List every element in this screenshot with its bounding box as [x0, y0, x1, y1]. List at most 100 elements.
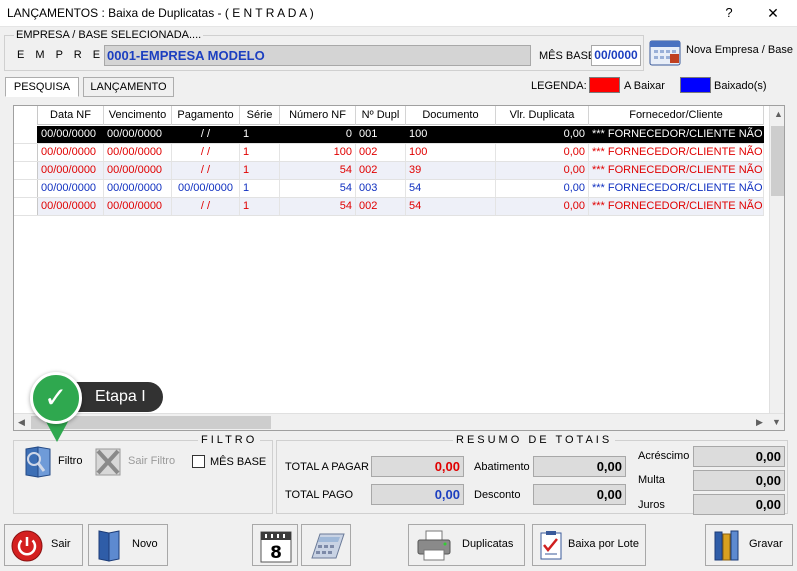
table-cell: 1: [240, 180, 280, 197]
table-cell: / /: [172, 198, 240, 215]
callout-label: Etapa I: [75, 382, 163, 412]
calculator-button[interactable]: [301, 524, 351, 566]
table-cell: 00/00/0000: [38, 198, 104, 215]
table-cell: / /: [172, 144, 240, 161]
column-header[interactable]: Vencimento: [104, 106, 172, 125]
mes-base-check-label: MÊS BASE: [210, 456, 267, 468]
window-title: LANÇAMENTOS : Baixa de Duplicatas - ( E …: [7, 6, 314, 20]
table-row[interactable]: 00/00/0000 00/00/0000/ /1 54 002 54 0,00 *** F…: [14, 198, 764, 216]
scroll-up-icon[interactable]: ▲: [774, 106, 783, 122]
sair-filtro-label: Sair Filtro: [128, 455, 176, 467]
acrescimo-field: 0,00: [693, 446, 785, 467]
table-row[interactable]: 00/00/0000 00/00/0000/ /1 100 002 100 0,00 ***…: [14, 144, 764, 162]
column-header[interactable]: Vlr. Duplicata: [496, 106, 589, 125]
sair-button[interactable]: Sair: [4, 524, 83, 566]
column-header[interactable]: Data NF: [38, 106, 104, 125]
horizontal-scrollbar[interactable]: ◀ ▶ ▼: [14, 413, 784, 430]
company-calendar-icon: [649, 38, 681, 66]
save-books-icon: [712, 528, 742, 564]
legend-label: LEGENDA:: [531, 80, 587, 92]
table-row[interactable]: 00/00/0000 00/00/0000/ /1 54 002 39 0,00 *** F…: [14, 162, 764, 180]
table-cell: 54: [280, 162, 356, 179]
acrescimo-label: Acréscimo: [638, 450, 690, 462]
multa-field: 0,00: [693, 470, 785, 491]
row-indicator[interactable]: [14, 162, 38, 179]
total-pago-label: TOTAL PAGO: [285, 489, 354, 501]
calendar-day: 8: [270, 543, 282, 563]
mes-base-field: 00/0000: [591, 45, 641, 66]
table-cell: *** FORNECEDOR/CLIENTE NÃO: [589, 144, 764, 161]
table-cell: 00/00/0000: [38, 126, 104, 143]
calendar-icon: 8: [259, 528, 293, 564]
table-cell: 0: [280, 126, 356, 143]
column-header[interactable]: Pagamento: [172, 106, 240, 125]
table-cell: 54: [406, 180, 496, 197]
vertical-scroll-thumb[interactable]: [771, 126, 784, 196]
legend-baixados: Baixado(s): [714, 80, 767, 92]
resumo-caption: RESUMO DE TOTAIS: [453, 434, 616, 446]
baixa-lote-label: Baixa por Lote: [568, 538, 639, 550]
duplicatas-button[interactable]: Duplicatas: [408, 524, 525, 566]
row-indicator[interactable]: [14, 144, 38, 161]
table-cell: 1: [240, 198, 280, 215]
mes-base-checkbox[interactable]: [192, 455, 205, 468]
gravar-button[interactable]: Gravar: [705, 524, 793, 566]
grid-header: Data NF Vencimento Pagamento Série Número NF…: [14, 106, 764, 125]
juros-field: 0,00: [693, 494, 785, 515]
power-icon: [11, 530, 43, 562]
column-header[interactable]: Número NF: [280, 106, 356, 125]
scroll-down-icon[interactable]: ▼: [772, 414, 781, 430]
table-cell: 00/00/0000: [38, 180, 104, 197]
table-cell: 54: [280, 180, 356, 197]
table-cell: 002: [356, 144, 406, 161]
total-pagar-label: TOTAL A PAGAR: [285, 461, 369, 473]
scroll-left-icon[interactable]: ◀: [18, 414, 25, 430]
new-book-icon: [95, 529, 123, 563]
legend-swatch-red: [589, 77, 620, 93]
table-cell: 00/00/0000: [38, 144, 104, 161]
help-button[interactable]: ?: [714, 2, 744, 24]
vertical-scrollbar[interactable]: ▲: [769, 106, 784, 413]
baixa-lote-button[interactable]: Baixa por Lote: [532, 524, 646, 566]
novo-label: Novo: [132, 538, 158, 550]
table-cell: 00/00/0000: [172, 180, 240, 197]
column-header[interactable]: Nº Dupl: [356, 106, 406, 125]
table-cell: 1: [240, 144, 280, 161]
gravar-label: Gravar: [749, 538, 783, 550]
table-cell: 002: [356, 162, 406, 179]
scroll-right-icon[interactable]: ▶: [756, 414, 763, 430]
legend-swatch-blue: [680, 77, 711, 93]
total-pagar-field: 0,00: [371, 456, 464, 477]
table-cell: *** FORNECEDOR/CLIENTE NÃO: [589, 162, 764, 179]
row-indicator[interactable]: [14, 180, 38, 197]
table-cell: / /: [172, 126, 240, 143]
row-indicator[interactable]: [14, 198, 38, 215]
row-indicator[interactable]: [14, 126, 38, 143]
total-pago-field: 0,00: [371, 484, 464, 505]
close-button[interactable]: ✕: [756, 2, 790, 24]
column-header[interactable]: Série: [240, 106, 280, 125]
table-cell: 39: [406, 162, 496, 179]
table-cell: 00/00/0000: [104, 180, 172, 197]
calendar-button[interactable]: 8: [252, 524, 298, 566]
abatimento-label: Abatimento: [474, 461, 530, 473]
table-row[interactable]: 00/00/0000 00/00/0000 00/00/0000 1 54 003 54 0,…: [14, 180, 764, 198]
checklist-icon: [539, 530, 563, 560]
checkmark-icon: ✓: [44, 382, 68, 413]
table-row[interactable]: 00/00/0000 00/00/0000/ /1 0 001 100 0,00 *** F…: [14, 126, 764, 144]
nova-empresa-button[interactable]: Nova Empresa / Base: [649, 36, 794, 66]
table-cell: *** FORNECEDOR/CLIENTE NÃO: [589, 198, 764, 215]
tab-lancamento[interactable]: LANÇAMENTO: [83, 77, 174, 97]
column-header[interactable]: Fornecedor/Cliente: [589, 106, 764, 125]
table-cell: 0,00: [496, 198, 589, 215]
table-cell: 54: [406, 198, 496, 215]
table-cell: 002: [356, 198, 406, 215]
table-cell: 100: [406, 126, 496, 143]
tab-pesquisa[interactable]: PESQUISA: [5, 77, 79, 97]
column-header[interactable]: Documento: [406, 106, 496, 125]
table-cell: 1: [240, 126, 280, 143]
novo-button[interactable]: Novo: [88, 524, 168, 566]
empresa-caption: EMPRESA / BASE SELECIONADA....: [14, 29, 204, 41]
empresa-field: 0001-EMPRESA MODELO: [104, 45, 531, 66]
table-cell: *** FORNECEDOR/CLIENTE NÃO: [589, 126, 764, 143]
